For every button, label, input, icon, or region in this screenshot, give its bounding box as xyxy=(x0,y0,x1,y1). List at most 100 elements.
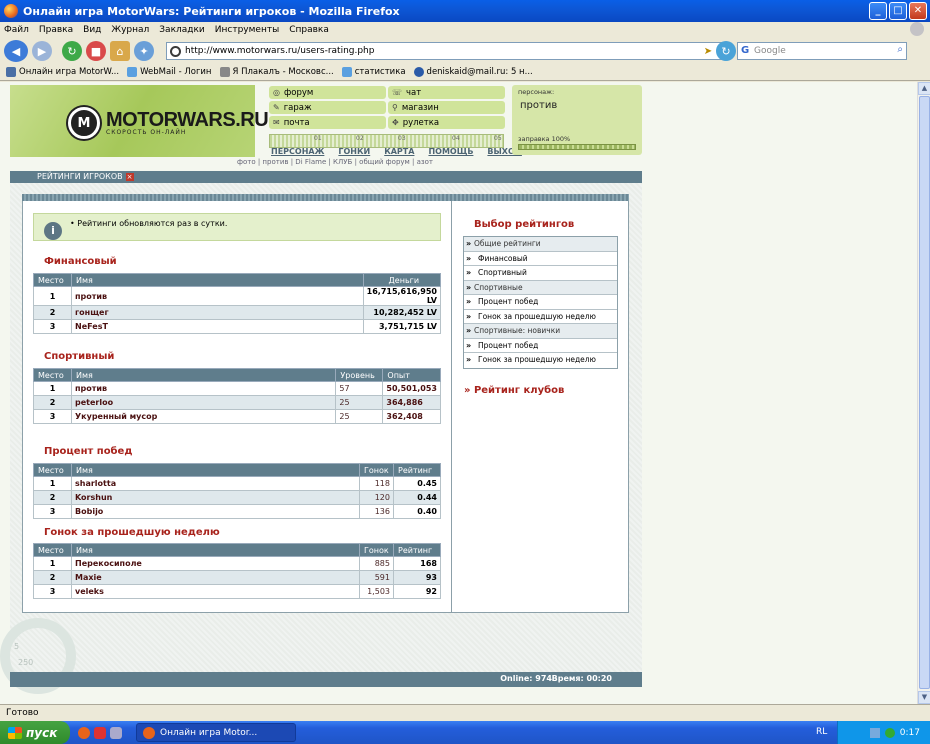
cell-name[interactable]: Maxie xyxy=(71,570,360,585)
table-row: 2 Korshun 120 0.44 xyxy=(33,490,441,505)
server-time: Время: 00:20 xyxy=(551,674,612,683)
sub-links[interactable]: фото | против | Di Flame | КЛУБ | общий … xyxy=(237,158,433,166)
site-logo[interactable]: M MOTORWARS.RU СКОРОСТЬ ОН-ЛАЙН xyxy=(68,107,269,139)
link-help[interactable]: ПОМОЩЬ xyxy=(428,147,473,156)
scroll-up-arrow[interactable]: ▲ xyxy=(918,82,930,95)
minimize-button[interactable]: _ xyxy=(869,2,887,20)
cell-place: 2 xyxy=(33,570,72,585)
menu-roulette[interactable]: ✥ рулетка xyxy=(388,116,505,129)
menu-tools[interactable]: Инструменты xyxy=(215,25,279,35)
menu-view[interactable]: Вид xyxy=(83,25,101,35)
bookmark-item[interactable]: WebMail - Логин xyxy=(127,67,212,77)
maximize-button[interactable]: □ xyxy=(889,2,907,20)
menu-bookmarks[interactable]: Закладки xyxy=(159,25,205,35)
app-launch-icon[interactable] xyxy=(110,726,122,739)
taskbar-firefox-item[interactable]: Онлайн игра Motor... xyxy=(136,723,296,742)
col-name: Имя xyxy=(71,273,364,287)
search-input[interactable]: G Google ⌕ xyxy=(737,42,907,60)
stop-button[interactable]: ■ xyxy=(86,41,106,61)
go-icon[interactable]: ➤ xyxy=(700,42,716,60)
firefox-launch-icon[interactable] xyxy=(78,726,90,739)
ratings-menu-item[interactable]: » Процент побед xyxy=(464,295,617,310)
inner-bar xyxy=(22,194,629,201)
ratings-menu-item[interactable]: » Гонок за прошедшую неделю xyxy=(464,353,617,368)
refresh-icon[interactable]: ↻ xyxy=(716,41,736,61)
bookmark-favicon xyxy=(127,67,138,77)
cell-name[interactable]: NeFesT xyxy=(71,319,364,334)
link-map[interactable]: КАРТА xyxy=(384,147,414,156)
bookmark-item[interactable]: deniskaid@mail.ru: 5 н... xyxy=(413,67,533,77)
cell-name[interactable]: Korshun xyxy=(71,490,360,505)
home-button[interactable]: ⌂ xyxy=(110,41,130,61)
bookmark-item[interactable]: Онлайн игра MotorW... xyxy=(6,67,119,77)
ratings-menu: » Общие рейтинги » Финансовый » Спортивный … xyxy=(463,236,618,369)
bookmark-icon[interactable]: ✦ xyxy=(134,41,154,61)
menu-edit[interactable]: Правка xyxy=(39,25,73,35)
menu-chat[interactable]: ☏ чат xyxy=(388,86,505,99)
car-icon: ⚲ xyxy=(392,103,398,112)
network-icon[interactable] xyxy=(869,727,880,738)
reload-button[interactable]: ↻ xyxy=(62,41,82,61)
close-button[interactable]: ✕ xyxy=(909,2,927,20)
cell-races: 118 xyxy=(359,476,394,491)
ratings-menu-item[interactable]: » Финансовый xyxy=(464,252,617,266)
ratings-menu-item[interactable]: » Процент побед xyxy=(464,339,617,353)
bookmark-item[interactable]: статистика xyxy=(341,67,406,77)
cell-name[interactable]: veleks xyxy=(71,584,360,599)
url-bar[interactable]: http://www.motorwars.ru/users-rating.php xyxy=(166,42,730,60)
menu-garage[interactable]: ✎ гараж xyxy=(269,101,386,114)
cell-rating: 92 xyxy=(393,584,441,599)
cell-races: 591 xyxy=(359,570,394,585)
cell-name[interactable]: Bobijo xyxy=(71,504,360,519)
club-rating-link[interactable]: » Рейтинг клубов xyxy=(464,385,564,396)
cell-exp: 362,408 xyxy=(382,409,441,424)
menu-mail[interactable]: ✉ почта xyxy=(269,116,386,129)
menu-file[interactable]: Файл xyxy=(4,25,29,35)
cell-name[interactable]: против xyxy=(70,381,337,396)
search-icon[interactable]: ⌕ xyxy=(897,44,903,55)
menu-shop[interactable]: ⚲ магазин xyxy=(388,101,505,114)
cell-place: 1 xyxy=(33,476,72,491)
language-indicator[interactable]: RL xyxy=(816,727,827,737)
link-character[interactable]: ПЕРСОНАЖ xyxy=(271,147,324,156)
link-races[interactable]: ГОНКИ xyxy=(338,147,370,156)
vertical-scrollbar[interactable]: ▲ ▼ xyxy=(917,82,930,704)
col-name: Имя xyxy=(71,543,360,557)
throbber-icon xyxy=(910,22,924,36)
bookmark-item[interactable]: Я Плакалъ - Московс... xyxy=(219,67,334,77)
quick-launch xyxy=(78,726,122,739)
bookmark-favicon xyxy=(341,67,352,77)
ratings-menu-item[interactable]: » Спортивный xyxy=(464,266,617,281)
menu-history[interactable]: Журнал xyxy=(111,25,149,35)
start-button[interactable]: пуск xyxy=(0,721,70,744)
forward-button[interactable]: ▶ xyxy=(32,41,52,61)
cell-name[interactable]: Укуренный мусор xyxy=(70,409,337,424)
cell-place: 3 xyxy=(33,504,72,519)
windows-logo-icon xyxy=(8,726,22,739)
security-icon[interactable] xyxy=(884,727,895,738)
notice-message: Рейтинги обновляются раз в сутки. xyxy=(77,219,228,228)
cell-name[interactable]: sharlotta xyxy=(71,476,360,491)
cell-races: 1,503 xyxy=(359,584,394,599)
ratings-menu-header[interactable]: » Общие рейтинги xyxy=(464,237,617,252)
menu-item-label: Общие рейтинги xyxy=(474,239,541,248)
ratings-menu-header[interactable]: » Спортивные: новички xyxy=(464,324,617,339)
player-name[interactable]: против xyxy=(520,100,557,111)
cell-name[interactable]: против xyxy=(71,286,364,306)
app-launch-icon[interactable] xyxy=(94,726,106,739)
ratings-menu-item[interactable]: » Гонок за прошедшую неделю xyxy=(464,310,617,324)
info-icon: i xyxy=(44,222,62,240)
cell-name[interactable]: гонщег xyxy=(71,305,364,320)
clock[interactable]: 0:17 xyxy=(900,728,920,738)
firefox-icon xyxy=(143,726,155,739)
ratings-menu-header[interactable]: » Спортивные xyxy=(464,280,617,295)
scroll-down-arrow[interactable]: ▼ xyxy=(918,691,930,704)
scroll-thumb[interactable] xyxy=(919,96,930,689)
close-icon[interactable]: × xyxy=(125,173,134,181)
menu-help[interactable]: Справка xyxy=(289,25,329,35)
speedometer-decoration: 5 250 xyxy=(0,614,80,694)
cell-name[interactable]: peterloo xyxy=(70,395,337,410)
back-button[interactable]: ◀ xyxy=(4,40,28,62)
cell-name[interactable]: Перекосиполе xyxy=(71,556,360,571)
menu-forum[interactable]: ◎ форум xyxy=(269,86,386,99)
